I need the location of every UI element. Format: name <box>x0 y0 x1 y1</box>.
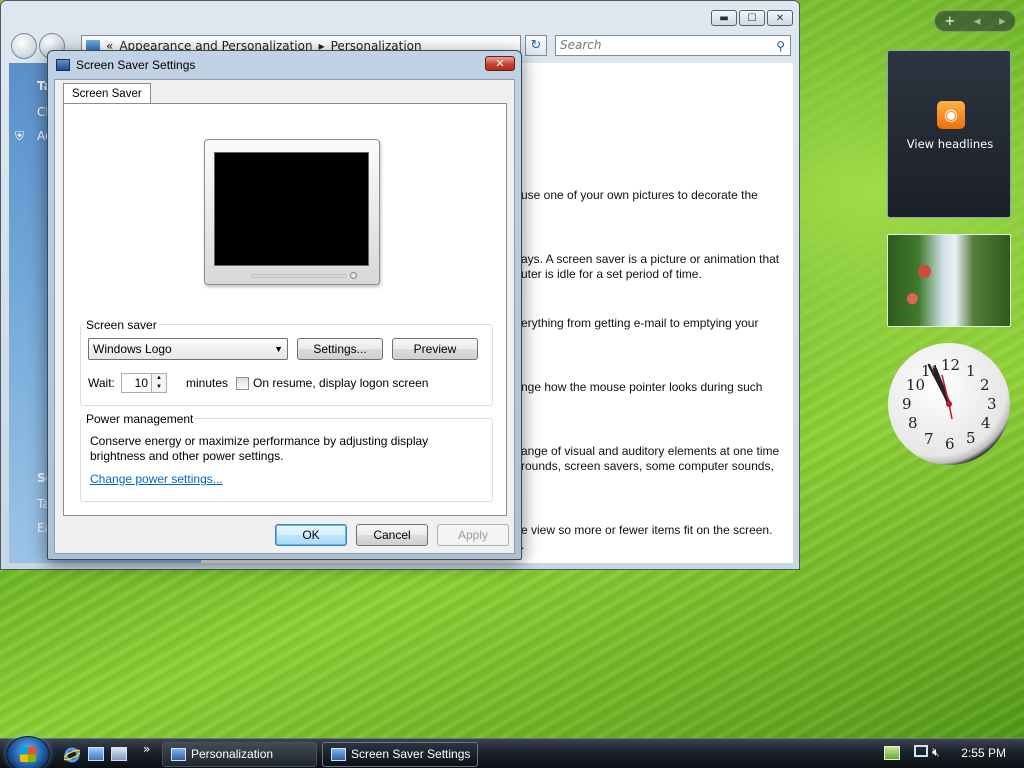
search-icon[interactable]: ⚲ <box>776 37 785 56</box>
monitor-bezel-strip <box>251 274 347 278</box>
dialog-body: Screen Saver Screen saver Windows Logo ▼… <box>54 79 515 554</box>
next-icon[interactable]: ▸ <box>999 14 1006 29</box>
spin-up-icon[interactable]: ▲ <box>151 374 166 383</box>
shield-icon: ⛨ <box>15 129 25 143</box>
content-line: ays. A screen saver is a picture or anim… <box>521 252 780 266</box>
wait-minutes-value: 10 <box>134 376 148 390</box>
personalization-icon <box>171 748 186 761</box>
refresh-icon[interactable]: ↻ <box>525 35 547 56</box>
preview-button[interactable]: Preview <box>392 338 478 360</box>
clock-gadget[interactable]: 12 1 2 3 4 5 6 7 8 9 10 11 <box>888 343 1010 465</box>
taskbar: » Personalization Screen Saver Settings … <box>0 736 1024 768</box>
screen-saver-group-label: Screen saver <box>84 318 159 332</box>
search-placeholder: Search <box>560 38 602 52</box>
task-screen-saver-settings[interactable]: Screen Saver Settings <box>322 742 478 767</box>
resume-logon-label[interactable]: On resume, display logon screen <box>253 376 428 390</box>
start-button[interactable] <box>6 736 50 768</box>
windows-logo-icon <box>20 747 36 762</box>
screen-saver-selected-value: Windows Logo <box>93 342 172 356</box>
power-description-line1: Conserve energy or maximize performance … <box>90 434 429 448</box>
content-line: uter is idle for a set period of time. <box>521 267 702 281</box>
dialog-titlebar[interactable]: Screen Saver Settings <box>56 56 195 74</box>
windows-sidebar-icon[interactable] <box>884 746 900 760</box>
tab-panel: Screen saver Windows Logo ▼ Settings... … <box>63 103 507 516</box>
minimize-button[interactable]: ▬ <box>711 10 737 26</box>
wait-minutes-stepper[interactable]: 10 ▲ ▼ <box>121 373 167 393</box>
monitor-preview <box>204 139 380 285</box>
power-management-label: Power management <box>84 412 196 426</box>
ok-button[interactable]: OK <box>275 524 347 546</box>
screen-saver-icon <box>56 59 70 71</box>
content-line: e view so more or fewer items fit on the… <box>521 523 773 537</box>
previous-icon[interactable]: ◂ <box>974 14 981 29</box>
quick-launch-overflow-icon[interactable]: » <box>143 742 150 756</box>
feed-headlines-gadget[interactable]: ◉ View headlines <box>887 50 1011 218</box>
dialog-close-button[interactable]: ✕ <box>485 56 515 71</box>
resume-logon-checkbox[interactable] <box>236 377 249 390</box>
content-line: rounds, screen savers, some computer sou… <box>521 459 774 473</box>
tab-screen-saver[interactable]: Screen Saver <box>63 83 151 104</box>
task-personalization[interactable]: Personalization <box>162 742 317 767</box>
settings-button[interactable]: Settings... <box>297 338 383 360</box>
slideshow-gadget[interactable] <box>887 234 1011 327</box>
task-label: Personalization <box>191 747 274 761</box>
dialog-title: Screen Saver Settings <box>76 58 196 72</box>
change-power-settings-link[interactable]: Change power settings... <box>90 472 223 486</box>
search-input[interactable]: Search ⚲ <box>555 35 791 56</box>
cancel-button[interactable]: Cancel <box>356 524 428 546</box>
screen-saver-icon <box>331 748 346 761</box>
screen-saver-group <box>80 324 493 406</box>
clock-hands-icon <box>927 363 953 420</box>
view-headlines-label[interactable]: View headlines <box>888 137 1012 151</box>
sidebar-controls: + ◂ ▸ <box>934 10 1016 32</box>
switch-windows-icon[interactable] <box>111 747 127 761</box>
content-line: ange of visual and auditory elements at … <box>521 444 780 458</box>
content-line: erything from getting e-mail to emptying… <box>521 316 759 330</box>
apply-button[interactable]: Apply <box>437 524 509 546</box>
maximize-button[interactable]: ☐ <box>739 10 765 26</box>
taskbar-clock[interactable]: 2:55 PM <box>961 746 1006 760</box>
internet-explorer-icon[interactable] <box>62 747 82 763</box>
spin-down-icon[interactable]: ▼ <box>151 383 166 392</box>
content-line: . <box>521 538 525 552</box>
notification-area: 🔇︎ 2:55 PM <box>884 739 1024 768</box>
power-led-icon <box>350 272 357 279</box>
content-line: use one of your own pictures to decorate… <box>521 188 758 202</box>
minutes-label: minutes <box>186 376 229 390</box>
screen-saver-select[interactable]: Windows Logo ▼ <box>88 338 288 360</box>
content-line: nge how the mouse pointer looks during s… <box>521 380 763 394</box>
task-label: Screen Saver Settings <box>351 747 471 761</box>
preview-screen <box>214 152 369 266</box>
volume-muted-icon[interactable]: 🔇︎ <box>932 745 940 760</box>
show-desktop-icon[interactable] <box>88 747 104 761</box>
network-icon[interactable] <box>914 745 928 757</box>
add-gadget-icon[interactable]: + <box>944 14 955 29</box>
power-description-line2: brightness and other power settings. <box>90 449 284 463</box>
chevron-down-icon: ▼ <box>274 344 283 354</box>
wait-label: Wait: <box>88 376 115 390</box>
screen-saver-dialog: Screen Saver Settings ✕ Screen Saver Scr… <box>47 50 522 560</box>
rss-icon: ◉ <box>937 101 965 129</box>
back-button[interactable] <box>11 33 37 59</box>
window-caption-buttons: ▬ ☐ ✕ <box>711 10 793 26</box>
close-button[interactable]: ✕ <box>767 10 793 26</box>
